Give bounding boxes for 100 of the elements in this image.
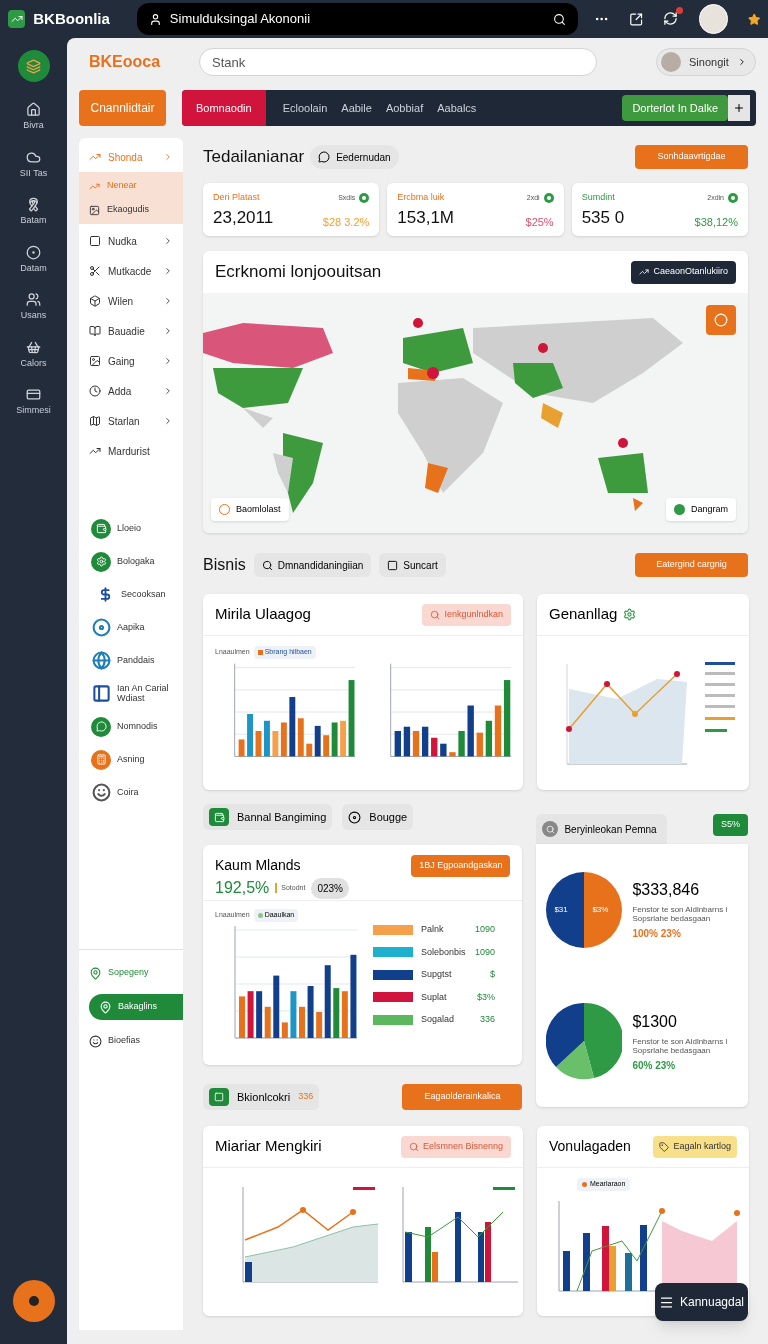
legend-swatch (493, 1187, 515, 1190)
chart-bar (458, 730, 465, 756)
caret-icon (737, 57, 747, 67)
chart-bar (440, 743, 447, 756)
app-item[interactable]: Bologaka (79, 545, 183, 578)
rail-label[interactable]: Calors (20, 356, 47, 370)
legend-swatch (705, 705, 735, 708)
pie-caption: Fenstor te son Aldlnbarns ≀ Sopsrlahe bedasgaan (632, 905, 730, 924)
app-item[interactable]: Lloeio (79, 512, 183, 545)
record-button[interactable] (12, 1280, 55, 1322)
app-item[interactable]: Panddais (79, 644, 183, 677)
legend-name: Sogalad (421, 1013, 456, 1026)
add-button[interactable] (728, 95, 750, 121)
filter-chip[interactable]: Dmnandidaningiian (253, 553, 372, 577)
filter-chip[interactable]: Bannal Bangiming (203, 804, 333, 830)
search-field[interactable]: Stank (199, 48, 597, 76)
nav-tab[interactable]: Ecloolain (275, 90, 335, 126)
legend-swatch (705, 662, 735, 665)
stat-value: 153,1M (397, 206, 455, 229)
app-item[interactable]: Asning (79, 743, 183, 776)
app-item[interactable]: Aapika (79, 611, 183, 644)
rail-label[interactable]: Simmesi (16, 404, 51, 418)
nav-tab[interactable]: Aabalcs (430, 90, 484, 126)
chevron-icon (163, 152, 173, 162)
ribbon-icon[interactable] (26, 197, 41, 212)
search-icon (261, 559, 273, 571)
chart-bar (307, 985, 314, 1038)
note-icon (209, 1088, 229, 1106)
logo-button[interactable] (17, 50, 50, 82)
home-icon[interactable] (26, 102, 41, 117)
action-button[interactable]: Dorterlot In Dalke (622, 95, 728, 121)
logo-icon (8, 10, 26, 28)
rail-label[interactable]: Usans (20, 309, 47, 323)
menu-button[interactable]: Kannuagdal (655, 1283, 748, 1321)
search-icon (542, 821, 559, 837)
sidebar-item[interactable]: Mardurist (79, 436, 183, 466)
footer-item[interactable]: Bioefias (79, 1028, 183, 1054)
target-button[interactable] (706, 305, 736, 335)
app-item[interactable]: Ian An Carial Wdiast (79, 677, 183, 710)
wallet-icon (209, 808, 229, 826)
chart-bar (245, 1262, 252, 1282)
chart-bar (625, 1252, 632, 1291)
filter-chip[interactable]: Bougge (342, 804, 414, 830)
stat-value: 23,2011 (213, 206, 274, 229)
rail-label[interactable]: SII Tas (19, 166, 48, 180)
pie-value: $333,846 (632, 880, 701, 901)
chart-bar (394, 730, 401, 756)
search-field[interactable]: Simulduksingal Akononii (136, 3, 578, 35)
card-button[interactable]: Eagaln kartlog (653, 1135, 737, 1158)
page-title: Tedailanianar (203, 146, 305, 169)
nav-tab[interactable]: Aabile (334, 90, 379, 126)
avatar[interactable] (698, 4, 728, 34)
pie-change: 100% 23% (632, 927, 682, 942)
sidebar-item[interactable]: Bauadie (79, 316, 183, 346)
rail-label[interactable]: Datam (20, 261, 47, 275)
box-icon (89, 295, 101, 307)
layers-icon (26, 58, 41, 74)
stat-value: 535 0 (581, 206, 625, 229)
chart-point (566, 726, 572, 732)
circle-icon[interactable] (26, 244, 41, 260)
open-window-icon[interactable] (629, 11, 644, 27)
filter-chip[interactable]: Suncart (379, 553, 446, 577)
app-item[interactable]: Secooksan (79, 578, 183, 611)
rail-label[interactable]: Bivra (23, 119, 44, 133)
plus-icon (733, 102, 745, 114)
rail-label[interactable]: Batam (20, 214, 47, 228)
footer-item[interactable]: Bakaglins (89, 994, 183, 1020)
filter-chip[interactable]: Bkionlcokri 336 (203, 1084, 320, 1110)
sidebar-item[interactable]: Gaing (79, 346, 183, 376)
search-icon[interactable] (552, 12, 566, 26)
chart-bar (431, 737, 438, 756)
legend-swatch (353, 1187, 375, 1190)
map-button[interactable]: CaeaonOtanlukiiro (631, 260, 736, 284)
star-icon[interactable] (747, 12, 760, 26)
nav-tab[interactable]: Bomnaodin (182, 90, 266, 126)
sidebar-item[interactable]: Adda (79, 376, 183, 406)
chart-point (350, 1209, 356, 1215)
sidebar-item[interactable]: Starlan (79, 406, 183, 436)
chart-bar (255, 730, 262, 756)
user-menu[interactable]: Sinongit (656, 48, 756, 76)
sidebar-item[interactable]: Wilen (79, 286, 183, 316)
cloud-icon[interactable] (26, 149, 41, 165)
legend-swatch (705, 694, 735, 697)
search-input[interactable]: Simulduksingal Akononii (169, 9, 545, 29)
map-icon (89, 415, 101, 427)
sidebar-item[interactable]: Nudka (79, 226, 183, 256)
users-icon[interactable] (26, 292, 41, 307)
chart-bar (405, 1232, 412, 1282)
submenu-item[interactable]: Ekaogudis (79, 198, 183, 222)
filter-chip[interactable]: Eedernudan (310, 145, 399, 169)
sidebar-item[interactable]: Mutkacde (79, 256, 183, 286)
app-item[interactable]: Coira (79, 776, 183, 809)
basket-icon[interactable] (26, 339, 41, 355)
square-icon (387, 559, 399, 571)
legend-value: $3% (477, 990, 495, 1004)
app-item[interactable]: Nomnodis (79, 710, 183, 743)
nav-tab[interactable]: Aobbiaf (378, 90, 431, 126)
footer-item[interactable]: Sopegeny (79, 960, 183, 986)
chart-bar (247, 713, 253, 756)
card-icon[interactable] (26, 387, 41, 402)
